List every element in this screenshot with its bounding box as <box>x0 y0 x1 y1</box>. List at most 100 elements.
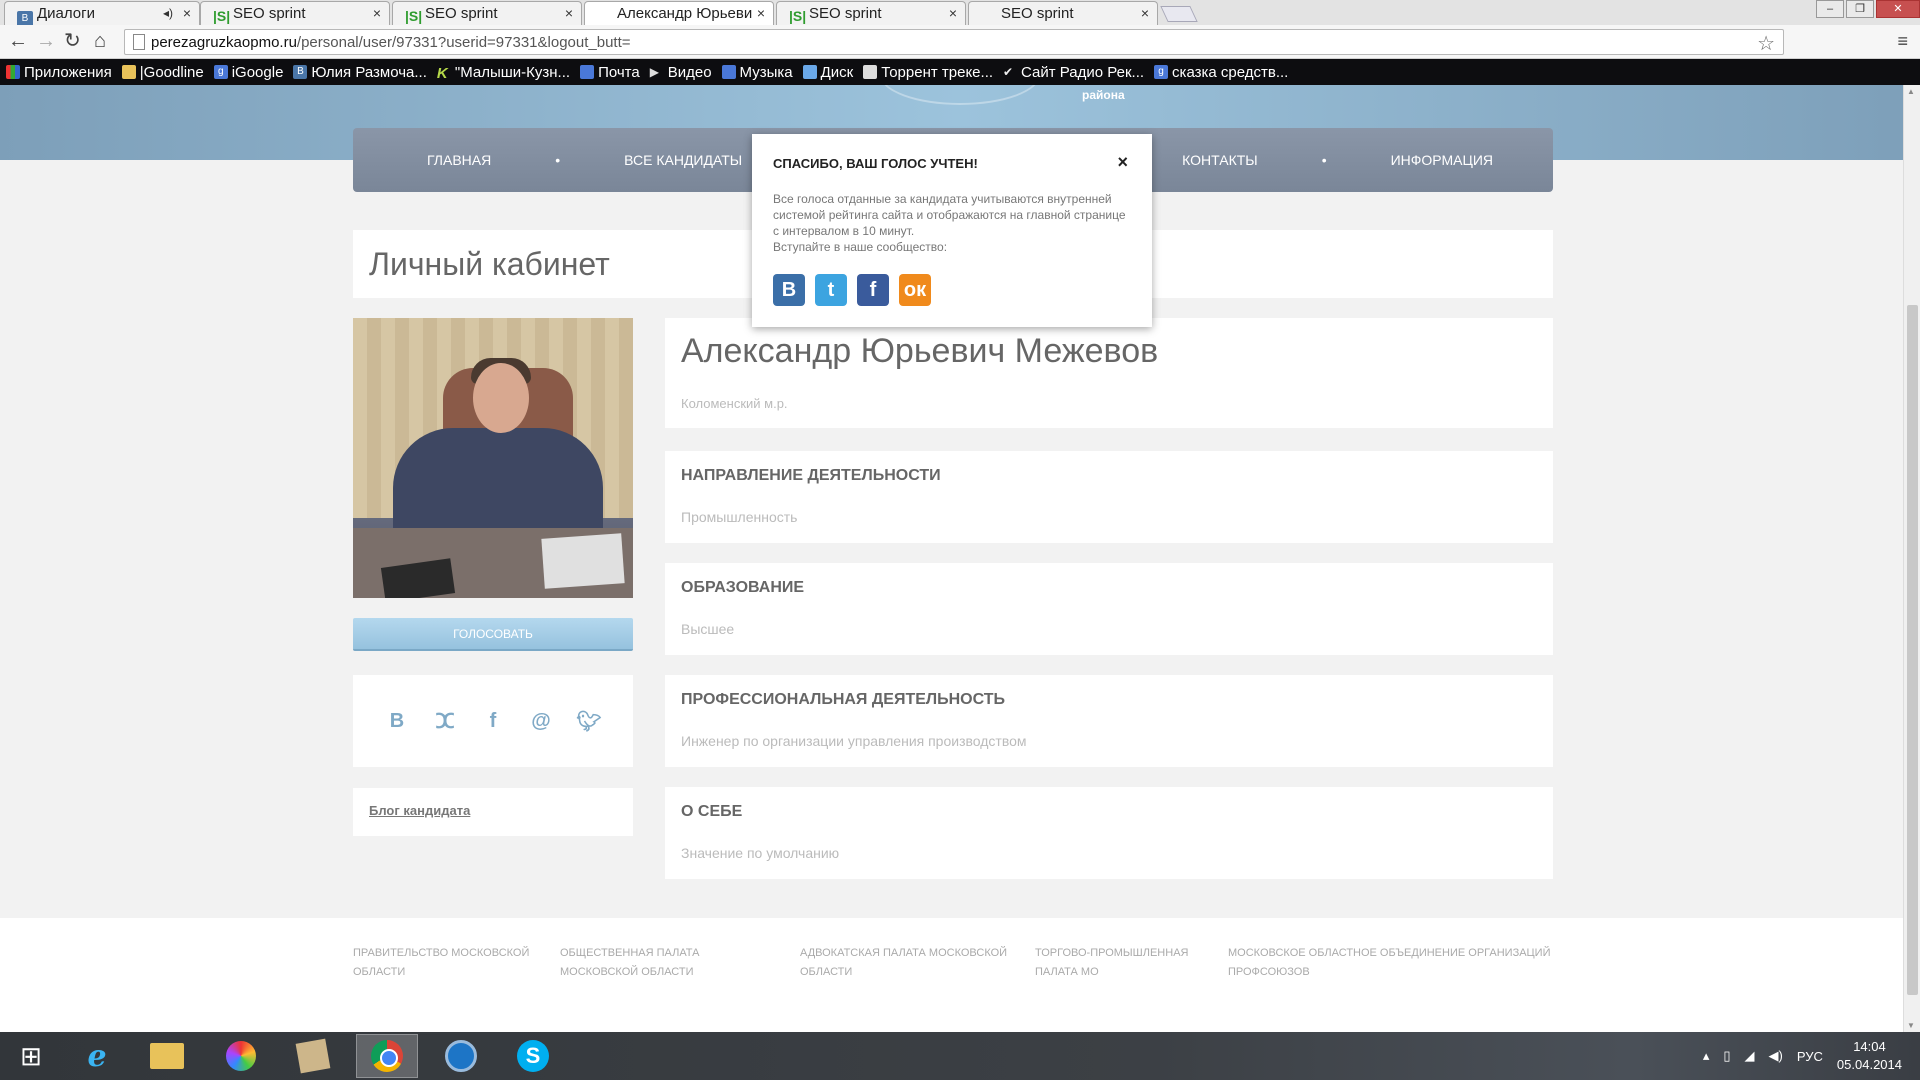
play-icon: ▶ <box>649 65 659 79</box>
music-icon <box>721 65 736 79</box>
restore-button[interactable]: ❐ <box>1846 0 1874 18</box>
close-tab-icon[interactable]: × <box>183 5 191 21</box>
taskbar-explorer[interactable] <box>136 1034 198 1078</box>
site-logo[interactable] <box>880 85 1040 105</box>
header-district-label: района <box>1082 88 1125 102</box>
vote-button[interactable]: Голосовать <box>353 618 633 651</box>
page-icon <box>133 34 145 50</box>
odnoklassniki-icon[interactable]: ⵋ <box>430 709 460 734</box>
browser-tab[interactable]: |S| SEO sprint × <box>776 1 966 25</box>
tab-label: SEO sprint <box>425 5 498 22</box>
minimize-button[interactable]: – <box>1816 0 1844 18</box>
vk-icon[interactable]: В <box>773 274 805 306</box>
taskbar-app2[interactable] <box>430 1034 492 1078</box>
home-icon[interactable]: ⌂ <box>94 31 106 51</box>
new-tab-button[interactable] <box>1160 6 1198 22</box>
info-heading: О себе <box>681 803 743 820</box>
bookmark-star-icon[interactable]: ☆ <box>1757 31 1775 56</box>
nav-separator: • <box>555 152 561 168</box>
start-button[interactable]: ⊞ <box>0 1034 62 1078</box>
menu-icon[interactable]: ≡ <box>1897 31 1908 52</box>
chevron-up-icon[interactable]: ▴ <box>1703 1048 1710 1064</box>
info-panel-about: О себе Значение по умолчанию <box>665 787 1553 879</box>
windows-taskbar: ⊞ e S ▴ ▯ ◢ ◀) РУС 14:04 05.04.2014 <box>0 1032 1920 1080</box>
forward-icon[interactable]: → <box>36 31 56 51</box>
bookmark-item[interactable]: g iGoogle <box>213 64 283 81</box>
browser-tab[interactable]: |S| SEO sprint × <box>200 1 390 25</box>
dialog-body: Все голоса отданные за кандидата учитыва… <box>773 191 1133 255</box>
nav-item-candidates[interactable]: Все кандидаты <box>624 152 742 168</box>
odnoklassniki-icon[interactable]: ок <box>899 274 931 306</box>
taskbar-ie[interactable]: e <box>66 1034 128 1078</box>
footer-link[interactable]: Московское областное объединение организ… <box>1228 944 1558 982</box>
address-bar[interactable]: perezagruzkaopmo.ru/personal/user/97331?… <box>124 29 1784 55</box>
power-icon <box>445 1040 477 1072</box>
vk-icon: В <box>17 11 33 25</box>
bookmark-item[interactable]: ✔ Сайт Радио Рек... <box>1003 64 1144 81</box>
bookmark-item[interactable]: g сказка средств... <box>1154 64 1288 81</box>
browser-toolbar: ← → ↻ ⌂ perezagruzkaopmo.ru/personal/use… <box>0 25 1920 59</box>
footer-link[interactable]: Правительство Московской области <box>353 944 533 982</box>
bookmark-item[interactable]: Приложения <box>6 64 112 81</box>
bookmark-item[interactable]: ▶ Видео <box>650 64 712 81</box>
taskbar-chrome[interactable] <box>356 1034 418 1078</box>
candidate-blog-link[interactable]: Блог кандидата <box>369 803 470 818</box>
mail-ru-icon[interactable]: @ <box>526 710 556 733</box>
scroll-down-icon[interactable]: ▼ <box>1907 1021 1915 1030</box>
close-tab-icon[interactable]: × <box>949 5 957 21</box>
page-scrollbar[interactable]: ▲ ▼ <box>1903 85 1920 1032</box>
browser-tab-active[interactable]: Александр Юрьеви × <box>584 1 774 25</box>
twitter-icon[interactable]: t <box>815 274 847 306</box>
close-tab-icon[interactable]: × <box>1141 5 1149 21</box>
bookmark-item[interactable]: |Goodline <box>121 64 204 81</box>
back-icon[interactable]: ← <box>8 31 28 51</box>
battery-icon[interactable]: ▯ <box>1723 1048 1730 1064</box>
internet-explorer-icon: e <box>87 1038 107 1074</box>
vk-icon[interactable]: В <box>382 710 412 733</box>
taskbar-app[interactable] <box>282 1034 344 1078</box>
bookmark-item[interactable]: Торрент треке... <box>863 64 993 81</box>
browser-tab[interactable]: SEO sprint × <box>968 1 1158 25</box>
footer-link[interactable]: Торгово-промышленная палата МО <box>1035 944 1205 982</box>
dialog-title: Спасибо, ваш голос учтен! <box>773 156 978 171</box>
browser-tab[interactable]: |S| SEO sprint × <box>392 1 582 25</box>
nav-item-info[interactable]: Информация <box>1391 152 1493 168</box>
close-window-button[interactable]: ✕ <box>1876 0 1920 18</box>
close-icon[interactable]: × <box>1117 152 1128 173</box>
seosprint-icon: |S| <box>789 8 807 24</box>
candidate-social-links: В ⵋ f @ 🐦︎ <box>353 675 633 767</box>
close-tab-icon[interactable]: × <box>373 5 381 21</box>
browser-tab[interactable]: В Диалоги ◂) × <box>4 1 200 25</box>
google-icon: g <box>1154 65 1169 79</box>
twitter-icon[interactable]: 🐦︎ <box>574 709 604 734</box>
language-indicator[interactable]: РУС <box>1797 1049 1823 1064</box>
taskbar-skype[interactable]: S <box>502 1034 564 1078</box>
bookmark-item[interactable]: K "Малыши-Кузн... <box>437 64 570 83</box>
bookmark-item[interactable]: Музыка <box>721 64 793 81</box>
scroll-up-icon[interactable]: ▲ <box>1907 87 1915 96</box>
footer-link[interactable]: Общественная палата Московской области <box>560 944 780 982</box>
bookmark-item[interactable]: В Юлия Размоча... <box>293 64 427 81</box>
nav-item-home[interactable]: Главная <box>427 152 491 168</box>
info-value: Промышленность <box>681 509 798 525</box>
site-footer: Правительство Московской области Обществ… <box>0 918 1920 1032</box>
facebook-icon[interactable]: f <box>857 274 889 306</box>
clock[interactable]: 14:04 05.04.2014 <box>1837 1038 1902 1074</box>
footer-link[interactable]: Адвокатская палата Московской области <box>800 944 1010 982</box>
nav-item-contacts[interactable]: Контакты <box>1182 152 1258 168</box>
clock-time: 14:04 <box>1853 1039 1886 1054</box>
facebook-icon[interactable]: f <box>478 710 508 733</box>
disk-icon <box>802 65 817 79</box>
network-icon[interactable]: ◢ <box>1745 1048 1755 1064</box>
close-tab-icon[interactable]: × <box>565 5 573 21</box>
reload-icon[interactable]: ↻ <box>64 31 81 51</box>
close-tab-icon[interactable]: × <box>757 5 765 21</box>
candidate-location: Коломенский м.р. <box>681 396 788 411</box>
bookmark-item[interactable]: Почта <box>580 64 640 81</box>
bookmark-item[interactable]: Диск <box>802 64 853 81</box>
volume-icon[interactable]: ◀) <box>1769 1048 1783 1064</box>
scrollbar-thumb[interactable] <box>1907 305 1918 995</box>
seosprint-icon: |S| <box>213 8 231 24</box>
taskbar-picasa[interactable] <box>210 1034 272 1078</box>
nav-separator: • <box>1321 152 1327 168</box>
